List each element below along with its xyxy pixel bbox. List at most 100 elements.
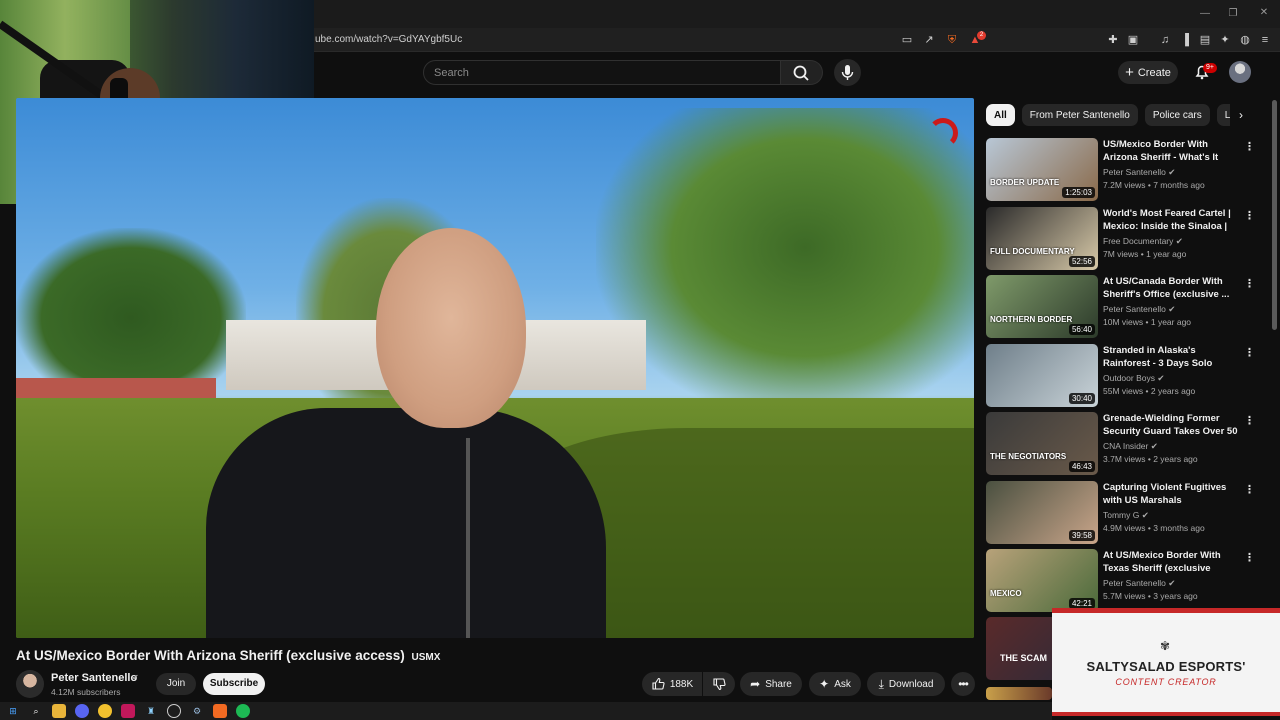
video-thumbnail[interactable]: NORTHERN BORDER 56:40 (986, 275, 1098, 338)
recommendation-item[interactable]: MEXICO 42:21 At US/Mexico Border With Texa… (986, 549, 1256, 613)
channel-name[interactable]: Peter Santenello (51, 672, 137, 684)
app-icon[interactable] (121, 704, 135, 718)
obs-icon[interactable] (167, 704, 181, 718)
recommendation-channel[interactable]: Outdoor Boys ✔ (1103, 373, 1164, 384)
filter-chips: AllFrom Peter SantenelloPolice carsLa (986, 104, 1236, 126)
chip-1[interactable]: From Peter Santenello (1021, 104, 1138, 126)
screen-cast-icon[interactable]: ▭ (900, 33, 914, 47)
file-explorer-icon[interactable] (52, 704, 66, 718)
minimize-icon[interactable]: — (1198, 8, 1212, 19)
brave-shield-icon[interactable]: ⛨ (945, 33, 959, 47)
recommendation-title[interactable]: Stranded in Alaska's Rainforest - 3 Days… (1103, 344, 1238, 370)
recommendation-channel[interactable]: Peter Santenello ✔ (1103, 167, 1175, 178)
recommendation-item[interactable]: FULL DOCUMENTARY 52:56 World's Most Feared… (986, 206, 1256, 271)
dislike-button[interactable] (703, 672, 735, 696)
recommendation-item[interactable]: THE NEGOTIATORS 46:43 Grenade-Wielding For… (986, 412, 1256, 476)
share-page-icon[interactable]: ↗ (922, 33, 936, 47)
more-vertical-icon[interactable]: ⋮ (1244, 140, 1255, 153)
recommendation-channel[interactable]: Free Documentary ✔ (1103, 236, 1183, 247)
thumbs-down-icon (713, 678, 726, 691)
recommendation-channel[interactable]: Peter Santenello ✔ (1103, 304, 1175, 315)
download-button[interactable]: ⤓ Download (867, 672, 945, 696)
spotify-icon[interactable] (236, 704, 250, 718)
ask-button[interactable]: ✦ Ask (809, 672, 861, 696)
steam-icon[interactable]: ♜ (144, 704, 158, 718)
thumbnail-label: BORDER UPDATE (990, 178, 1060, 187)
like-button[interactable]: 188K (642, 672, 702, 696)
partial-thumbnail-label: THE SCAM (1000, 653, 1047, 663)
search-button[interactable] (781, 60, 823, 85)
more-actions-button[interactable]: ••• (951, 672, 975, 696)
share-button[interactable]: ➦ Share (740, 672, 802, 696)
video-thumbnail[interactable]: FULL DOCUMENTARY 52:56 (986, 206, 1098, 270)
channel-label: Peter Santenello (1103, 578, 1166, 588)
verified-icon: ✔ (1157, 372, 1165, 383)
create-button[interactable]: + Create (1118, 61, 1178, 84)
search-input[interactable] (424, 61, 754, 84)
video-thumbnail[interactable]: 30:40 (986, 343, 1098, 407)
video-thumbnail[interactable]: 39:58 (986, 480, 1098, 544)
verified-icon: ✔ (1168, 167, 1176, 177)
more-vertical-icon[interactable]: ⋮ (1244, 483, 1255, 496)
recommendation-channel[interactable]: Tommy G ✔ (1103, 510, 1149, 521)
search-taskbar-icon[interactable]: ⌕ (29, 704, 43, 718)
recommendation-title[interactable]: Grenade-Wielding Former Security Guard T… (1103, 412, 1238, 438)
more-vertical-icon[interactable]: ⋮ (1244, 551, 1255, 564)
close-icon[interactable]: ✕ (1257, 7, 1271, 18)
extensions-icon[interactable]: ✚ (1106, 33, 1120, 47)
more-vertical-icon[interactable]: ⋮ (1244, 209, 1255, 222)
video-thumbnail[interactable]: BORDER UPDATE 1:25:03 (986, 138, 1098, 201)
recommendation-channel[interactable]: Peter Santenello ✔ (1103, 578, 1175, 589)
media-icon[interactable]: ♫ (1158, 33, 1172, 47)
sidebar-icon[interactable]: ▐ (1178, 33, 1192, 47)
recommendation-title[interactable]: World's Most Feared Cartel | Mexico: Ins… (1103, 207, 1238, 233)
more-vertical-icon[interactable]: ⋮ (1244, 277, 1255, 290)
voice-search-button[interactable] (834, 59, 861, 86)
recommendation-item[interactable]: 30:40 Stranded in Alaska's Rainforest - 3… (986, 343, 1256, 408)
steam-client-icon[interactable]: ⚙ (190, 704, 204, 718)
recommendation-item[interactable]: NORTHERN BORDER 56:40 At US/Canada Border … (986, 275, 1256, 339)
discord-icon[interactable] (75, 704, 89, 718)
ai-leo-icon[interactable]: ✦ (1218, 33, 1232, 47)
channel-avatar[interactable] (16, 670, 44, 698)
video-thumbnail[interactable]: MEXICO 42:21 (986, 549, 1098, 612)
share-label: Share (765, 678, 792, 690)
video-title: At US/Mexico Border With Arizona Sheriff… (16, 648, 440, 663)
more-vertical-icon[interactable]: ⋮ (1244, 414, 1255, 427)
recommendation-meta: 3.7M views • 2 years ago (1103, 454, 1198, 464)
channel-label: Outdoor Boys (1103, 372, 1155, 383)
recommendation-channel[interactable]: CNA Insider ✔ (1103, 441, 1158, 452)
recommendation-title[interactable]: US/Mexico Border With Arizona Sheriff - … (1103, 138, 1238, 164)
plus-icon: + (1125, 63, 1134, 81)
partial-thumbnail-2[interactable] (986, 687, 1052, 700)
brave-taskbar-icon[interactable] (213, 704, 227, 718)
chip-2[interactable]: Police cars (1144, 104, 1210, 126)
join-button[interactable]: Join (156, 673, 196, 695)
chrome-icon[interactable] (98, 704, 112, 718)
scrollbar[interactable] (1272, 100, 1277, 330)
recommendation-title[interactable]: At US/Mexico Border With Texas Sheriff (… (1103, 549, 1238, 575)
subscribe-button[interactable]: Subscribe (203, 673, 265, 695)
account-avatar[interactable] (1229, 61, 1251, 83)
restore-icon[interactable]: ❐ (1226, 8, 1240, 19)
video-thumbnail[interactable]: THE NEGOTIATORS 46:43 (986, 412, 1098, 475)
recommendation-item[interactable]: BORDER UPDATE 1:25:03 US/Mexico Border Wit… (986, 138, 1256, 202)
sparkle-icon: ✦ (819, 677, 830, 691)
wallet-card-icon[interactable]: ▤ (1198, 33, 1212, 47)
esports-logo-icon: ✾ (1159, 639, 1171, 653)
video-player[interactable] (16, 98, 974, 638)
search-box[interactable] (423, 60, 781, 85)
chevron-right-icon[interactable]: › (1230, 104, 1252, 126)
vpn-icon[interactable]: ◍ (1238, 33, 1252, 47)
windows-start-icon[interactable]: ⊞ (6, 704, 20, 718)
wallet-icon[interactable]: ▣ (1126, 33, 1140, 47)
more-vertical-icon[interactable]: ⋮ (1244, 346, 1255, 359)
chip-0[interactable]: All (986, 104, 1015, 126)
menu-icon[interactable]: ≡ (1258, 33, 1272, 47)
recommendation-item[interactable]: 39:58 Capturing Violent Fugitives with US… (986, 480, 1256, 545)
recommendation-title[interactable]: At US/Canada Border With Sheriff's Offic… (1103, 275, 1238, 301)
loading-spinner-icon (928, 118, 958, 148)
url-text[interactable]: ube.com/watch?v=GdYAYgbf5Uc (315, 34, 462, 45)
recommendation-title[interactable]: Capturing Violent Fugitives with US Mars… (1103, 481, 1238, 507)
notification-count-badge: 9+ (1203, 63, 1217, 73)
